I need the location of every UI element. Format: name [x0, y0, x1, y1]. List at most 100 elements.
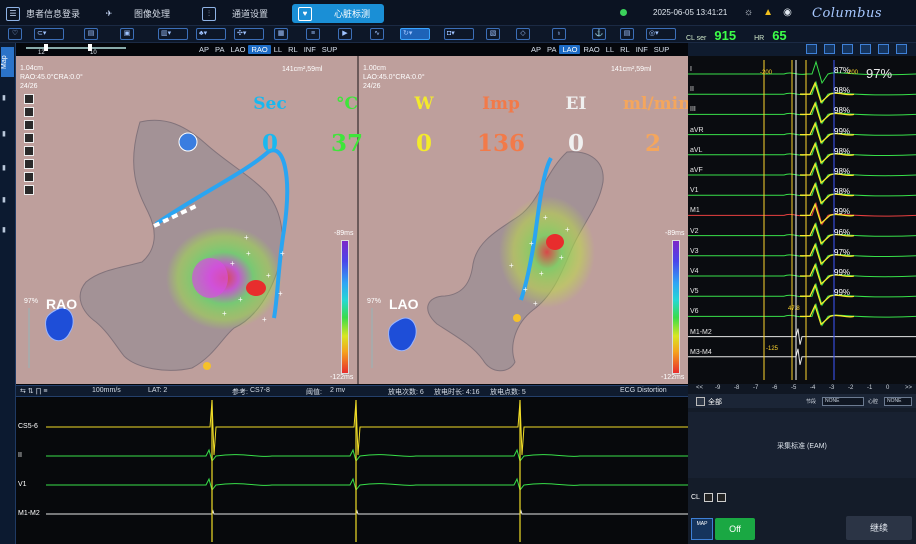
- chart2-tool-icon[interactable]: ▤: [620, 28, 634, 40]
- ecg-tool-1-icon[interactable]: [806, 44, 817, 54]
- anatomy-dropdown[interactable]: ♣▾: [196, 28, 226, 40]
- menu-patient-login[interactable]: ☰ 患者信息登录: [6, 4, 80, 23]
- list-tool-icon[interactable]: ≡: [306, 28, 320, 40]
- left-view-tab-inf[interactable]: INF: [301, 45, 319, 54]
- vtab-1[interactable]: ▮: [1, 91, 14, 105]
- rao-tool-2[interactable]: [24, 107, 34, 117]
- select-all-checkbox[interactable]: [696, 397, 705, 406]
- heart-tool-icon[interactable]: ♡: [8, 28, 22, 40]
- param-value-4: 0: [567, 130, 584, 157]
- left-view-tab-sup[interactable]: SUP: [319, 45, 340, 54]
- right-view-tab-ll[interactable]: LL: [603, 45, 617, 54]
- image-tool-icon[interactable]: ▣: [120, 28, 134, 40]
- right-view-tab-inf[interactable]: INF: [633, 45, 651, 54]
- ecg-time-ticks[interactable]: << -9 -8 -7 -6 -5 -4 -3 -2 -1 0 >>: [688, 384, 916, 394]
- rao-tool-8[interactable]: [24, 185, 34, 195]
- ecg-lead-label: V3: [690, 247, 699, 255]
- vtab-3[interactable]: ▮: [1, 161, 14, 175]
- menu-image-processing-label: 图像处理: [134, 9, 171, 19]
- rao-tool-5[interactable]: [24, 146, 34, 156]
- vtab-2[interactable]: ▮: [1, 127, 14, 141]
- svg-text:+: +: [509, 261, 514, 270]
- menu-channel-settings[interactable]: ⫶ 通道设置: [202, 4, 268, 23]
- ecg-template-svg: [688, 60, 916, 380]
- menu-image-processing[interactable]: ✈ 图像处理: [102, 4, 170, 23]
- camera-dropdown[interactable]: ◘▾: [444, 28, 474, 40]
- lao-opacity-slider[interactable]: [371, 308, 373, 368]
- right-view-tab-rao[interactable]: RAO: [580, 45, 602, 54]
- warning-icon[interactable]: ▲: [763, 7, 773, 18]
- segment-select[interactable]: NONE: [822, 397, 864, 406]
- acquisition-standard: 采集标准 (EAM): [777, 443, 827, 450]
- rao-tool-4[interactable]: [24, 133, 34, 143]
- rao-percent: 97%: [24, 298, 39, 305]
- move-dropdown[interactable]: ✣▾: [234, 28, 264, 40]
- vtab-5[interactable]: ▮: [1, 223, 14, 237]
- rao-compass: [178, 132, 198, 152]
- ecg-distortion[interactable]: ECG Distortion: [620, 387, 667, 394]
- map-button[interactable]: MAP: [691, 518, 713, 540]
- right-view-tab-ap[interactable]: AP: [528, 45, 544, 54]
- chart-tool-icon[interactable]: ▤: [84, 28, 98, 40]
- rao-tool-3[interactable]: [24, 120, 34, 130]
- left-view-tab-ap[interactable]: AP: [196, 45, 212, 54]
- rao-tool-7[interactable]: [24, 172, 34, 182]
- off-toggle-button[interactable]: Off: [715, 518, 755, 540]
- ecg-tool-4-icon[interactable]: [860, 44, 871, 54]
- play-tool-icon[interactable]: ▶: [338, 28, 352, 40]
- sun-icon[interactable]: ☼: [744, 7, 753, 18]
- param-label-0: Sec: [253, 94, 287, 114]
- pulse-tool-icon[interactable]: ∿: [370, 28, 384, 40]
- ecg-template-panel[interactable]: [688, 56, 916, 384]
- catheter-dropdown[interactable]: ⊂▾: [34, 28, 64, 40]
- reference-value[interactable]: CS7-8: [250, 387, 270, 394]
- right-view-tab-sup[interactable]: SUP: [651, 45, 672, 54]
- stack-tool-icon[interactable]: ▧: [486, 28, 500, 40]
- left-view-tab-pa[interactable]: PA: [212, 45, 227, 54]
- ecg-tool-6-icon[interactable]: [896, 44, 907, 54]
- left-view-tab-rl[interactable]: RL: [285, 45, 301, 54]
- vtab-map[interactable]: Map: [1, 47, 14, 77]
- left-view-tab-ll[interactable]: LL: [271, 45, 285, 54]
- anchor-tool-icon[interactable]: ⚓: [592, 28, 606, 40]
- ecg-tool-3-icon[interactable]: [842, 44, 853, 54]
- target-dropdown[interactable]: ◎▾: [646, 28, 676, 40]
- ecg-match-pct: 96%: [834, 227, 851, 237]
- ecg-tool-2-icon[interactable]: [824, 44, 835, 54]
- vtab-4[interactable]: ▮: [1, 193, 14, 207]
- continue-button[interactable]: 继续: [846, 516, 912, 540]
- rao-tool-1[interactable]: [24, 94, 34, 104]
- shape-tool-icon[interactable]: ◇: [516, 28, 530, 40]
- ecg-match-pct: 98%: [834, 146, 851, 156]
- layer-dropdown[interactable]: ▥▾: [158, 28, 188, 40]
- strip-tool-icons[interactable]: ⇆ ⇅ ∏ ≡: [20, 387, 47, 395]
- lao-info-1: 1.00cm: [363, 65, 386, 72]
- ecg-tool-5-icon[interactable]: [878, 44, 889, 54]
- rao-tool-6[interactable]: [24, 159, 34, 169]
- ecg-strips[interactable]: [16, 398, 688, 544]
- ecg-lead-label: I: [690, 66, 692, 73]
- chamber-select[interactable]: NONE: [884, 397, 912, 406]
- rao-opacity-slider[interactable]: [28, 308, 30, 368]
- ecg-marker-neg125: -125: [766, 346, 779, 352]
- sweep-speed[interactable]: 100mm/s: [92, 387, 121, 394]
- user-icon[interactable]: ◉: [783, 7, 792, 18]
- grid-tool-icon[interactable]: ▦: [274, 28, 288, 40]
- lao-marker-dot: [513, 314, 521, 322]
- left-view-tab-lao[interactable]: LAO: [227, 45, 248, 54]
- right-view-tab-rl[interactable]: RL: [617, 45, 633, 54]
- menu-cardiac-mapping[interactable]: ♥ 心脏标测: [292, 4, 385, 23]
- left-view-tab-rao[interactable]: RAO: [248, 44, 271, 54]
- cl-target-icon[interactable]: [703, 493, 713, 502]
- rotate-dropdown[interactable]: ↻▾: [400, 28, 430, 40]
- discharge-time: 放电时长: 4:16: [434, 389, 480, 396]
- lao-orientation-heart: [388, 317, 417, 352]
- 3d-view-rao[interactable]: + + + + + + + + + 1.04cm RAO:45.0°CRA:0.0° 24/…: [16, 56, 357, 384]
- discharge-points: 放电点数: 5: [490, 389, 526, 396]
- right-view-tab-pa[interactable]: PA: [544, 45, 559, 54]
- cl-option-icon[interactable]: [716, 493, 726, 502]
- slider-control[interactable]: 12 10: [22, 43, 192, 56]
- lungs-tool-icon[interactable]: ♁: [552, 28, 566, 40]
- right-view-tab-lao[interactable]: LAO: [559, 44, 581, 54]
- threshold-value[interactable]: 2 mv: [330, 387, 345, 394]
